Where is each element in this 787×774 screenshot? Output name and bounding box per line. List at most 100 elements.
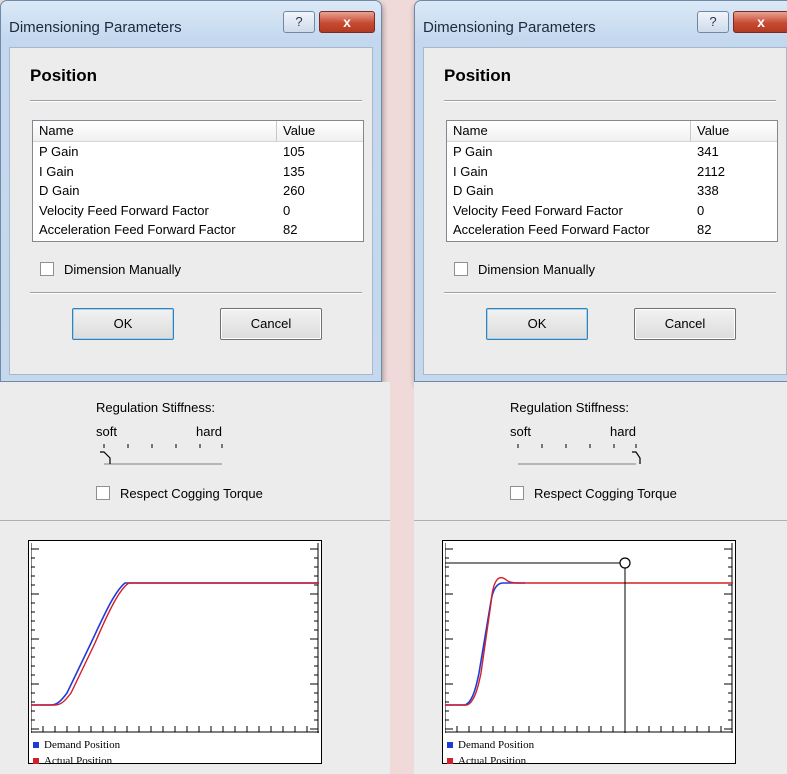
param-value[interactable]: 0: [697, 203, 704, 218]
regulation-stiffness-label: Regulation Stiffness:: [96, 400, 215, 415]
legend-label: Actual Position: [458, 755, 527, 767]
param-value[interactable]: 82: [283, 222, 297, 237]
checkbox-label: Dimension Manually: [64, 262, 182, 277]
cancel-button[interactable]: Cancel: [220, 308, 322, 340]
table-row[interactable]: I Gain 135: [33, 162, 363, 182]
cursor-handle[interactable]: [619, 557, 631, 569]
parameter-table[interactable]: Name Value P Gain 105 I Gain 135 D Gain 260…: [32, 120, 364, 242]
close-button[interactable]: x: [319, 11, 375, 33]
regulation-stiffness-label: Regulation Stiffness:: [510, 400, 629, 415]
dialog-title: Dimensioning Parameters: [423, 19, 596, 36]
dialog-client-area: Position Name Value P Gain 105 I Gain 135 …: [9, 47, 373, 375]
param-value[interactable]: 260: [283, 183, 305, 198]
chart-plot: [31, 543, 319, 733]
tuning-area: Regulation Stiffness: soft hard Respect …: [0, 382, 390, 774]
checkbox-box[interactable]: [96, 486, 110, 500]
legend-item-demand: Demand Position: [33, 737, 120, 753]
param-value[interactable]: 0: [283, 203, 290, 218]
param-name: I Gain: [39, 163, 74, 179]
soft-label: soft: [510, 424, 531, 439]
dialog-client-area: Position Name Value P Gain 341 I Gain 2112…: [423, 47, 787, 375]
param-name: D Gain: [453, 183, 494, 198]
legend-swatch: [33, 758, 39, 764]
column-header-name[interactable]: Name: [33, 121, 277, 141]
soft-label: soft: [96, 424, 117, 439]
dimension-manually-checkbox[interactable]: Dimension Manually: [454, 262, 595, 277]
section-heading: Position: [30, 66, 98, 85]
response-chart: Demand Position Actual Position: [442, 540, 736, 767]
help-button[interactable]: ?: [283, 11, 315, 33]
ok-button[interactable]: OK: [486, 308, 588, 340]
legend-label: Demand Position: [44, 739, 121, 751]
legend-swatch: [33, 742, 39, 748]
panel-left: Dimensioning Parameters ? x Position Nam…: [0, 0, 390, 774]
param-name: Acceleration Feed Forward Factor: [453, 222, 650, 237]
cancel-button[interactable]: Cancel: [634, 308, 736, 340]
table-row[interactable]: Acceleration Feed Forward Factor 82: [33, 220, 363, 240]
hard-label: hard: [196, 424, 223, 439]
column-header-value[interactable]: Value: [277, 121, 363, 141]
respect-cogging-torque-checkbox[interactable]: Respect Cogging Torque: [96, 486, 263, 501]
slider-thumb[interactable]: [632, 451, 641, 464]
help-button[interactable]: ?: [697, 11, 729, 33]
legend-item-actual: Actual Position: [447, 753, 534, 769]
chart-legend: Demand Position Actual Position: [447, 737, 534, 769]
stiffness-slider[interactable]: [98, 442, 228, 466]
respect-cogging-torque-checkbox[interactable]: Respect Cogging Torque: [510, 486, 677, 501]
dialog-title: Dimensioning Parameters: [9, 19, 182, 36]
column-header-name[interactable]: Name: [447, 121, 691, 141]
divider: [414, 520, 787, 521]
param-name: Acceleration Feed Forward Factor: [39, 222, 236, 237]
divider: [444, 100, 776, 102]
legend-label: Actual Position: [44, 755, 113, 767]
table-row[interactable]: Velocity Feed Forward Factor 0: [33, 201, 363, 221]
ok-button[interactable]: OK: [72, 308, 174, 340]
param-value[interactable]: 2112: [697, 164, 725, 179]
checkbox-box[interactable]: [454, 262, 468, 276]
dimension-manually-checkbox[interactable]: Dimension Manually: [40, 262, 181, 277]
param-value[interactable]: 341: [697, 144, 719, 159]
checkbox-label: Respect Cogging Torque: [120, 486, 263, 501]
table-row[interactable]: P Gain 341: [447, 142, 777, 162]
param-name: P Gain: [453, 144, 493, 159]
param-name: Velocity Feed Forward Factor: [39, 202, 209, 218]
slider-thumb[interactable]: [100, 451, 111, 464]
param-value[interactable]: 105: [283, 144, 305, 159]
legend-item-actual: Actual Position: [33, 753, 120, 769]
table-row[interactable]: I Gain 2112: [447, 162, 777, 182]
divider: [30, 292, 362, 294]
tuning-area: Regulation Stiffness: soft hard Respect …: [414, 382, 787, 774]
checkbox-box[interactable]: [510, 486, 524, 500]
param-name: I Gain: [453, 163, 488, 179]
legend-swatch: [447, 742, 453, 748]
parameter-table[interactable]: Name Value P Gain 341 I Gain 2112 D Gain 33…: [446, 120, 778, 242]
measurement-cursor[interactable]: [445, 557, 631, 733]
dimensioning-dialog: Dimensioning Parameters ? x Position Nam…: [414, 0, 787, 382]
table-row[interactable]: Velocity Feed Forward Factor 0: [447, 201, 777, 221]
checkbox-label: Respect Cogging Torque: [534, 486, 677, 501]
legend-label: Demand Position: [458, 739, 535, 751]
table-header: Name Value: [33, 121, 363, 142]
table-row[interactable]: P Gain 105: [33, 142, 363, 162]
legend-swatch: [447, 758, 453, 764]
section-heading: Position: [444, 66, 512, 85]
param-value[interactable]: 135: [283, 164, 305, 179]
table-row[interactable]: D Gain 338: [447, 181, 777, 201]
table-row[interactable]: Acceleration Feed Forward Factor 82: [447, 220, 777, 240]
param-value[interactable]: 82: [697, 222, 711, 237]
title-bar: Dimensioning Parameters ? x: [1, 1, 381, 41]
param-name: D Gain: [39, 183, 80, 198]
column-header-value[interactable]: Value: [691, 121, 777, 141]
param-value[interactable]: 338: [697, 183, 719, 198]
param-name: Velocity Feed Forward Factor: [453, 202, 623, 218]
checkbox-box[interactable]: [40, 262, 54, 276]
divider: [0, 520, 390, 521]
table-header: Name Value: [447, 121, 777, 142]
divider: [30, 100, 362, 102]
actual-position-line: [445, 576, 733, 706]
hard-label: hard: [610, 424, 637, 439]
stiffness-slider[interactable]: [512, 442, 642, 466]
divider: [444, 292, 776, 294]
table-row[interactable]: D Gain 260: [33, 181, 363, 201]
close-button[interactable]: x: [733, 11, 787, 33]
